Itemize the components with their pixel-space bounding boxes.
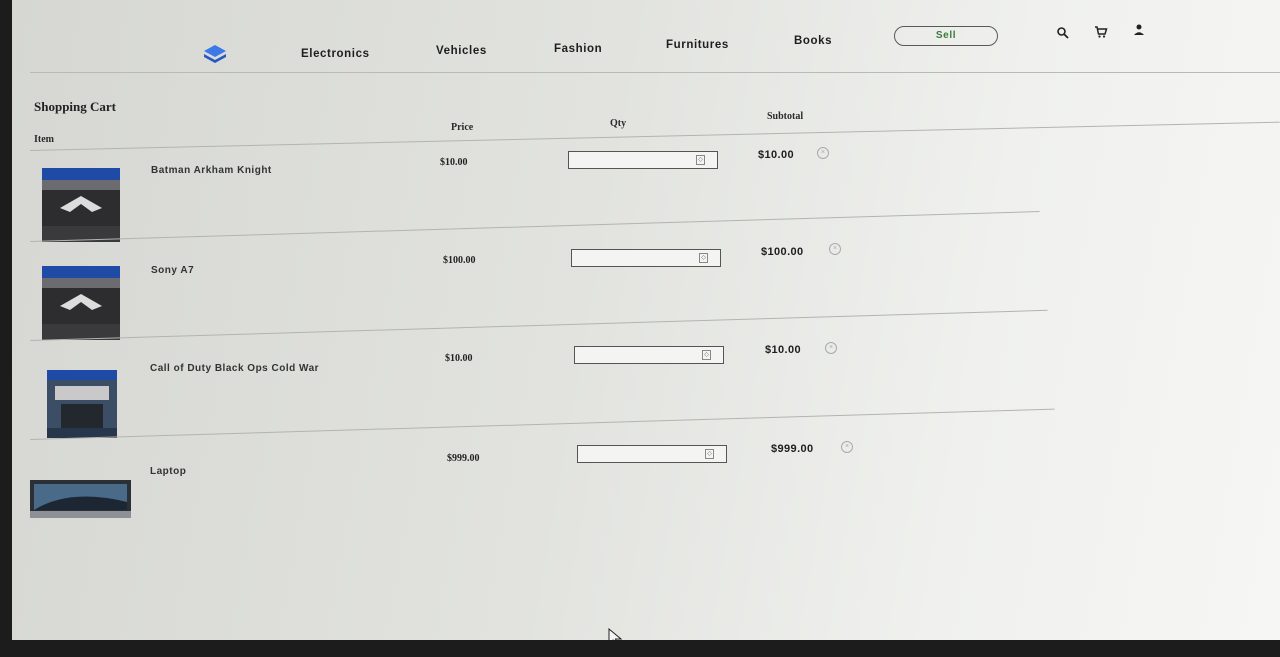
item-price: $10.00: [445, 353, 473, 364]
item-name[interactable]: Sony A7: [151, 265, 194, 276]
nav-link-furnitures[interactable]: Furnitures: [666, 39, 729, 51]
nav-link-books[interactable]: Books: [794, 35, 832, 47]
item-price: $100.00: [443, 255, 476, 266]
nav-link-fashion[interactable]: Fashion: [554, 43, 602, 55]
column-header-price: Price: [451, 122, 474, 133]
stepper-icon[interactable]: ◇: [702, 350, 711, 360]
product-image: [42, 266, 120, 340]
page-title: Shopping Cart: [34, 99, 116, 114]
item-subtotal: $10.00: [765, 344, 802, 356]
item-subtotal: $100.00: [761, 246, 804, 258]
row-divider: [29, 408, 1055, 440]
remove-item-icon[interactable]: ×: [817, 147, 829, 159]
stepper-icon[interactable]: ◇: [705, 449, 714, 459]
mouse-cursor-icon: [608, 628, 622, 640]
item-price: $10.00: [440, 157, 468, 168]
item-subtotal: $999.00: [771, 443, 814, 455]
item-price: $999.00: [447, 453, 480, 464]
quantity-input[interactable]: ◇: [571, 249, 721, 267]
remove-item-icon[interactable]: ×: [829, 243, 841, 255]
quantity-input[interactable]: ◇: [568, 151, 718, 169]
nav-link-vehicles[interactable]: Vehicles: [436, 45, 487, 57]
item-name[interactable]: Batman Arkham Knight: [151, 165, 272, 176]
quantity-input[interactable]: ◇: [577, 445, 727, 463]
product-image: [47, 370, 117, 438]
column-header-subtotal: Subtotal: [767, 111, 804, 122]
column-header-item: Item: [34, 134, 54, 145]
cart-icon[interactable]: [1094, 25, 1108, 39]
quantity-input[interactable]: ◇: [574, 346, 724, 364]
sell-button[interactable]: Sell: [894, 26, 998, 46]
header-divider: [29, 121, 1280, 151]
stepper-icon[interactable]: ◇: [696, 155, 705, 165]
item-subtotal: $10.00: [758, 149, 795, 161]
browser-viewport: Electronics Vehicles Fashion Furnitures …: [12, 0, 1280, 640]
nav-link-electronics[interactable]: Electronics: [301, 48, 370, 60]
logo-icon[interactable]: [202, 42, 228, 68]
item-name[interactable]: Laptop: [150, 466, 186, 477]
product-image: [42, 168, 120, 242]
row-divider: [29, 309, 1048, 341]
row-divider: [29, 211, 1040, 242]
user-icon[interactable]: [1132, 23, 1146, 37]
remove-item-icon[interactable]: ×: [825, 342, 837, 354]
search-icon[interactable]: [1056, 26, 1070, 40]
product-image: [30, 480, 131, 518]
stepper-icon[interactable]: ◇: [699, 253, 708, 263]
column-header-qty: Qty: [610, 118, 627, 129]
remove-item-icon[interactable]: ×: [841, 441, 853, 453]
item-name[interactable]: Call of Duty Black Ops Cold War: [150, 363, 319, 374]
